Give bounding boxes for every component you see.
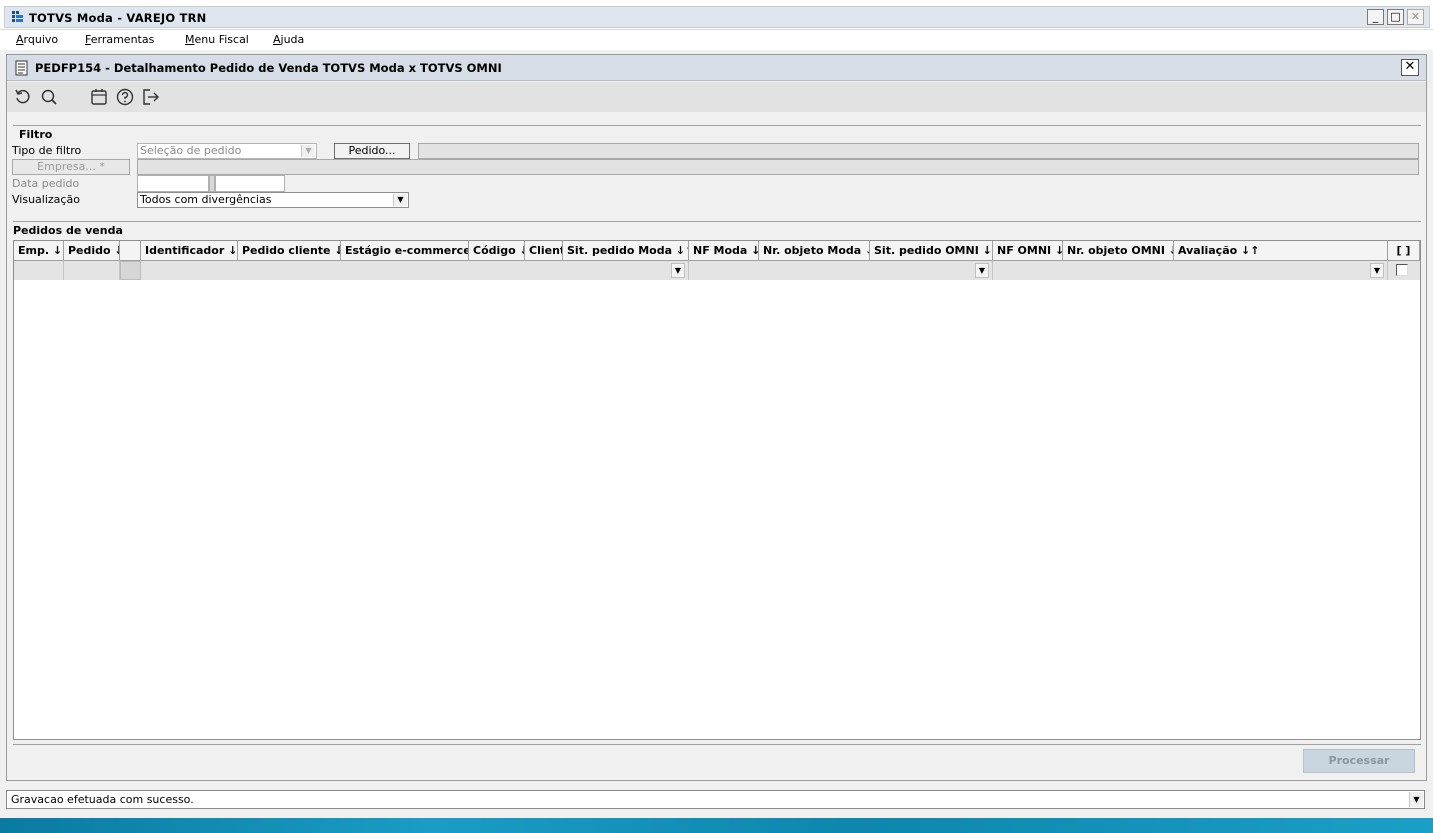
filter-section-title: Filtro	[19, 128, 53, 141]
grid-filter-row: ▼ ▼ ▼	[14, 261, 1420, 280]
status-message: Gravacao efetuada com sucesso.	[11, 793, 194, 806]
col-pedido[interactable]: Pedido ↓↑	[64, 241, 120, 261]
filter-avaliacao[interactable]: ▼	[993, 261, 1388, 280]
tipo-filtro-combo[interactable]: Seleção de pedido ▼	[137, 143, 317, 159]
form-titlebar: PEDFP154 - Detalhamento Pedido de Venda …	[7, 55, 1426, 81]
col-pedido-cliente[interactable]: Pedido cliente ↓↑	[238, 241, 341, 261]
tipo-filtro-value: Seleção de pedido	[140, 144, 242, 157]
chevron-down-icon: ▼	[393, 194, 407, 206]
chevron-down-icon[interactable]: ▼	[1409, 792, 1423, 807]
menu-menu-fiscal[interactable]: Menu Fiscal	[185, 33, 249, 46]
form-window: PEDFP154 - Detalhamento Pedido de Venda …	[6, 54, 1427, 781]
maximize-button[interactable]: □	[1387, 9, 1404, 25]
col-emp[interactable]: Emp. ↓↑	[14, 241, 64, 261]
app-titlebar: TOTVS Moda - VAREJO TRN _ □ ✕	[0, 0, 1433, 30]
col-codigo[interactable]: Código ↓↑	[469, 241, 525, 261]
close-app-button[interactable]: ✕	[1407, 9, 1424, 25]
totvs-logo-icon	[12, 11, 23, 22]
filter-blank[interactable]	[120, 261, 141, 280]
data-pedido-label: Data pedido	[12, 177, 80, 190]
toolbar	[7, 82, 1426, 112]
calendar-icon[interactable]	[89, 87, 109, 107]
col-cliente[interactable]: Cliente	[525, 241, 563, 261]
chevron-down-icon[interactable]: ▼	[1370, 263, 1384, 278]
document-icon	[15, 60, 28, 76]
filter-pedido[interactable]	[64, 261, 120, 280]
empresa-field	[137, 159, 1419, 175]
col-blank[interactable]	[120, 241, 141, 261]
col-nr-objeto-moda[interactable]: Nr. objeto Moda ↓↑	[759, 241, 870, 261]
app-titlebar-inner: TOTVS Moda - VAREJO TRN _ □ ✕	[4, 6, 1430, 28]
tipo-filtro-label: Tipo de filtro	[12, 144, 82, 157]
chevron-down-icon: ▼	[301, 145, 315, 157]
visualizacao-value: Todos com divergências	[140, 193, 272, 206]
form-title: PEDFP154 - Detalhamento Pedido de Venda …	[35, 61, 502, 75]
search-icon[interactable]	[39, 87, 59, 107]
visualizacao-label: Visualização	[12, 193, 80, 206]
chevron-down-icon[interactable]: ▼	[671, 263, 685, 278]
select-all-checkbox[interactable]	[1396, 264, 1408, 276]
col-sit-pedido-omni[interactable]: Sit. pedido OMNI ↓↑	[870, 241, 993, 261]
empresa-button[interactable]: Empresa... *	[12, 159, 130, 175]
col-sit-pedido-moda[interactable]: Sit. pedido Moda ↓↑	[563, 241, 689, 261]
col-identificador[interactable]: Identificador ↓↑	[141, 241, 238, 261]
close-form-button[interactable]: ✕	[1401, 59, 1419, 76]
minimize-button[interactable]: _	[1367, 9, 1384, 25]
data-fim-field[interactable]	[215, 175, 285, 192]
grid-header: Emp. ↓↑ Pedido ↓↑ Identificador ↓↑ Pedid…	[14, 241, 1420, 261]
pedido-field	[418, 143, 1419, 159]
exit-icon[interactable]	[141, 87, 161, 107]
visualizacao-combo[interactable]: Todos com divergências ▼	[137, 192, 409, 208]
desktop-background	[0, 818, 1433, 833]
col-nf-moda[interactable]: NF Moda ↓↑	[689, 241, 759, 261]
col-nf-omni[interactable]: NF OMNI ↓↑	[993, 241, 1063, 261]
pedido-button[interactable]: Pedido...	[334, 143, 410, 159]
footer-divider	[13, 744, 1421, 745]
grid-divider	[13, 221, 1421, 222]
refresh-icon[interactable]	[13, 87, 33, 107]
processar-button[interactable]: Processar	[1303, 749, 1415, 773]
col-avaliacao[interactable]: Avaliação ↓↑	[1174, 241, 1388, 261]
filter-sit-pedido-omni[interactable]: ▼	[689, 261, 993, 280]
col-estagio-ecommerce[interactable]: Estágio e-commerce ↓↑	[341, 241, 469, 261]
col-nr-objeto-omni[interactable]: Nr. objeto OMNI ↓↑	[1063, 241, 1174, 261]
help-icon[interactable]	[115, 87, 135, 107]
app-title: TOTVS Moda - VAREJO TRN	[29, 11, 207, 25]
filter-emp[interactable]	[14, 261, 64, 280]
chevron-down-icon[interactable]: ▼	[975, 263, 989, 278]
menu-ajuda[interactable]: Ajuda	[273, 33, 304, 46]
pedidos-grid: Emp. ↓↑ Pedido ↓↑ Identificador ↓↑ Pedid…	[13, 240, 1421, 740]
filter-select	[1388, 261, 1420, 280]
status-bar[interactable]: Gravacao efetuada com sucesso. ▼	[6, 790, 1425, 809]
menubar: Arquivo Ferramentas Menu Fiscal Ajuda	[0, 30, 1433, 50]
menu-arquivo[interactable]: Arquivo	[16, 33, 58, 46]
data-inicio-field[interactable]	[137, 175, 209, 192]
filter-sit-pedido-moda[interactable]: ▼	[141, 261, 689, 280]
filter-divider	[13, 125, 1421, 126]
col-select-all[interactable]: [ ]	[1388, 241, 1420, 261]
menu-ferramentas[interactable]: Ferramentas	[85, 33, 154, 46]
grid-section-title: Pedidos de venda	[13, 224, 123, 237]
